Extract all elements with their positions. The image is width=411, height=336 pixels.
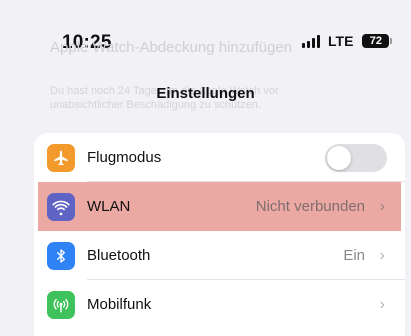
background-banner-title: Apple Watch-Abdeckung hinzufügen: [50, 39, 293, 56]
settings-row-wlan[interactable]: WLAN Nicht verbunden ›: [38, 182, 401, 231]
settings-group: Flugmodus WLAN Nicht verbunden › Bluetoo…: [34, 133, 405, 336]
settings-row-bluetooth[interactable]: Bluetooth Ein ›: [34, 231, 405, 280]
settings-row-label: WLAN: [87, 198, 131, 215]
page-title: Einstellungen: [156, 85, 255, 102]
settings-row-value: Nicht verbunden: [255, 198, 365, 215]
settings-row-value: Ein: [343, 247, 365, 264]
settings-row-label: Bluetooth: [87, 247, 151, 264]
settings-row-mobile-data[interactable]: Mobilfunk ›: [34, 280, 405, 329]
settings-row-label: Mobilfunk: [87, 296, 152, 313]
settings-row-label: Flugmodus: [87, 149, 162, 166]
bluetooth-icon: [47, 241, 75, 270]
chevron-right-icon: ›: [379, 295, 385, 313]
toggle-knob: [327, 145, 351, 170]
chevron-right-icon: ›: [379, 197, 385, 215]
settings-row-airplane-mode[interactable]: Flugmodus: [34, 133, 405, 182]
wifi-icon: [47, 192, 75, 221]
status-bar: 10:25 LTE 72: [0, 0, 411, 70]
airplane-icon: [47, 143, 75, 172]
chevron-right-icon: ›: [379, 246, 385, 264]
antenna-icon: [47, 290, 75, 319]
airplane-mode-toggle[interactable]: [325, 143, 387, 172]
